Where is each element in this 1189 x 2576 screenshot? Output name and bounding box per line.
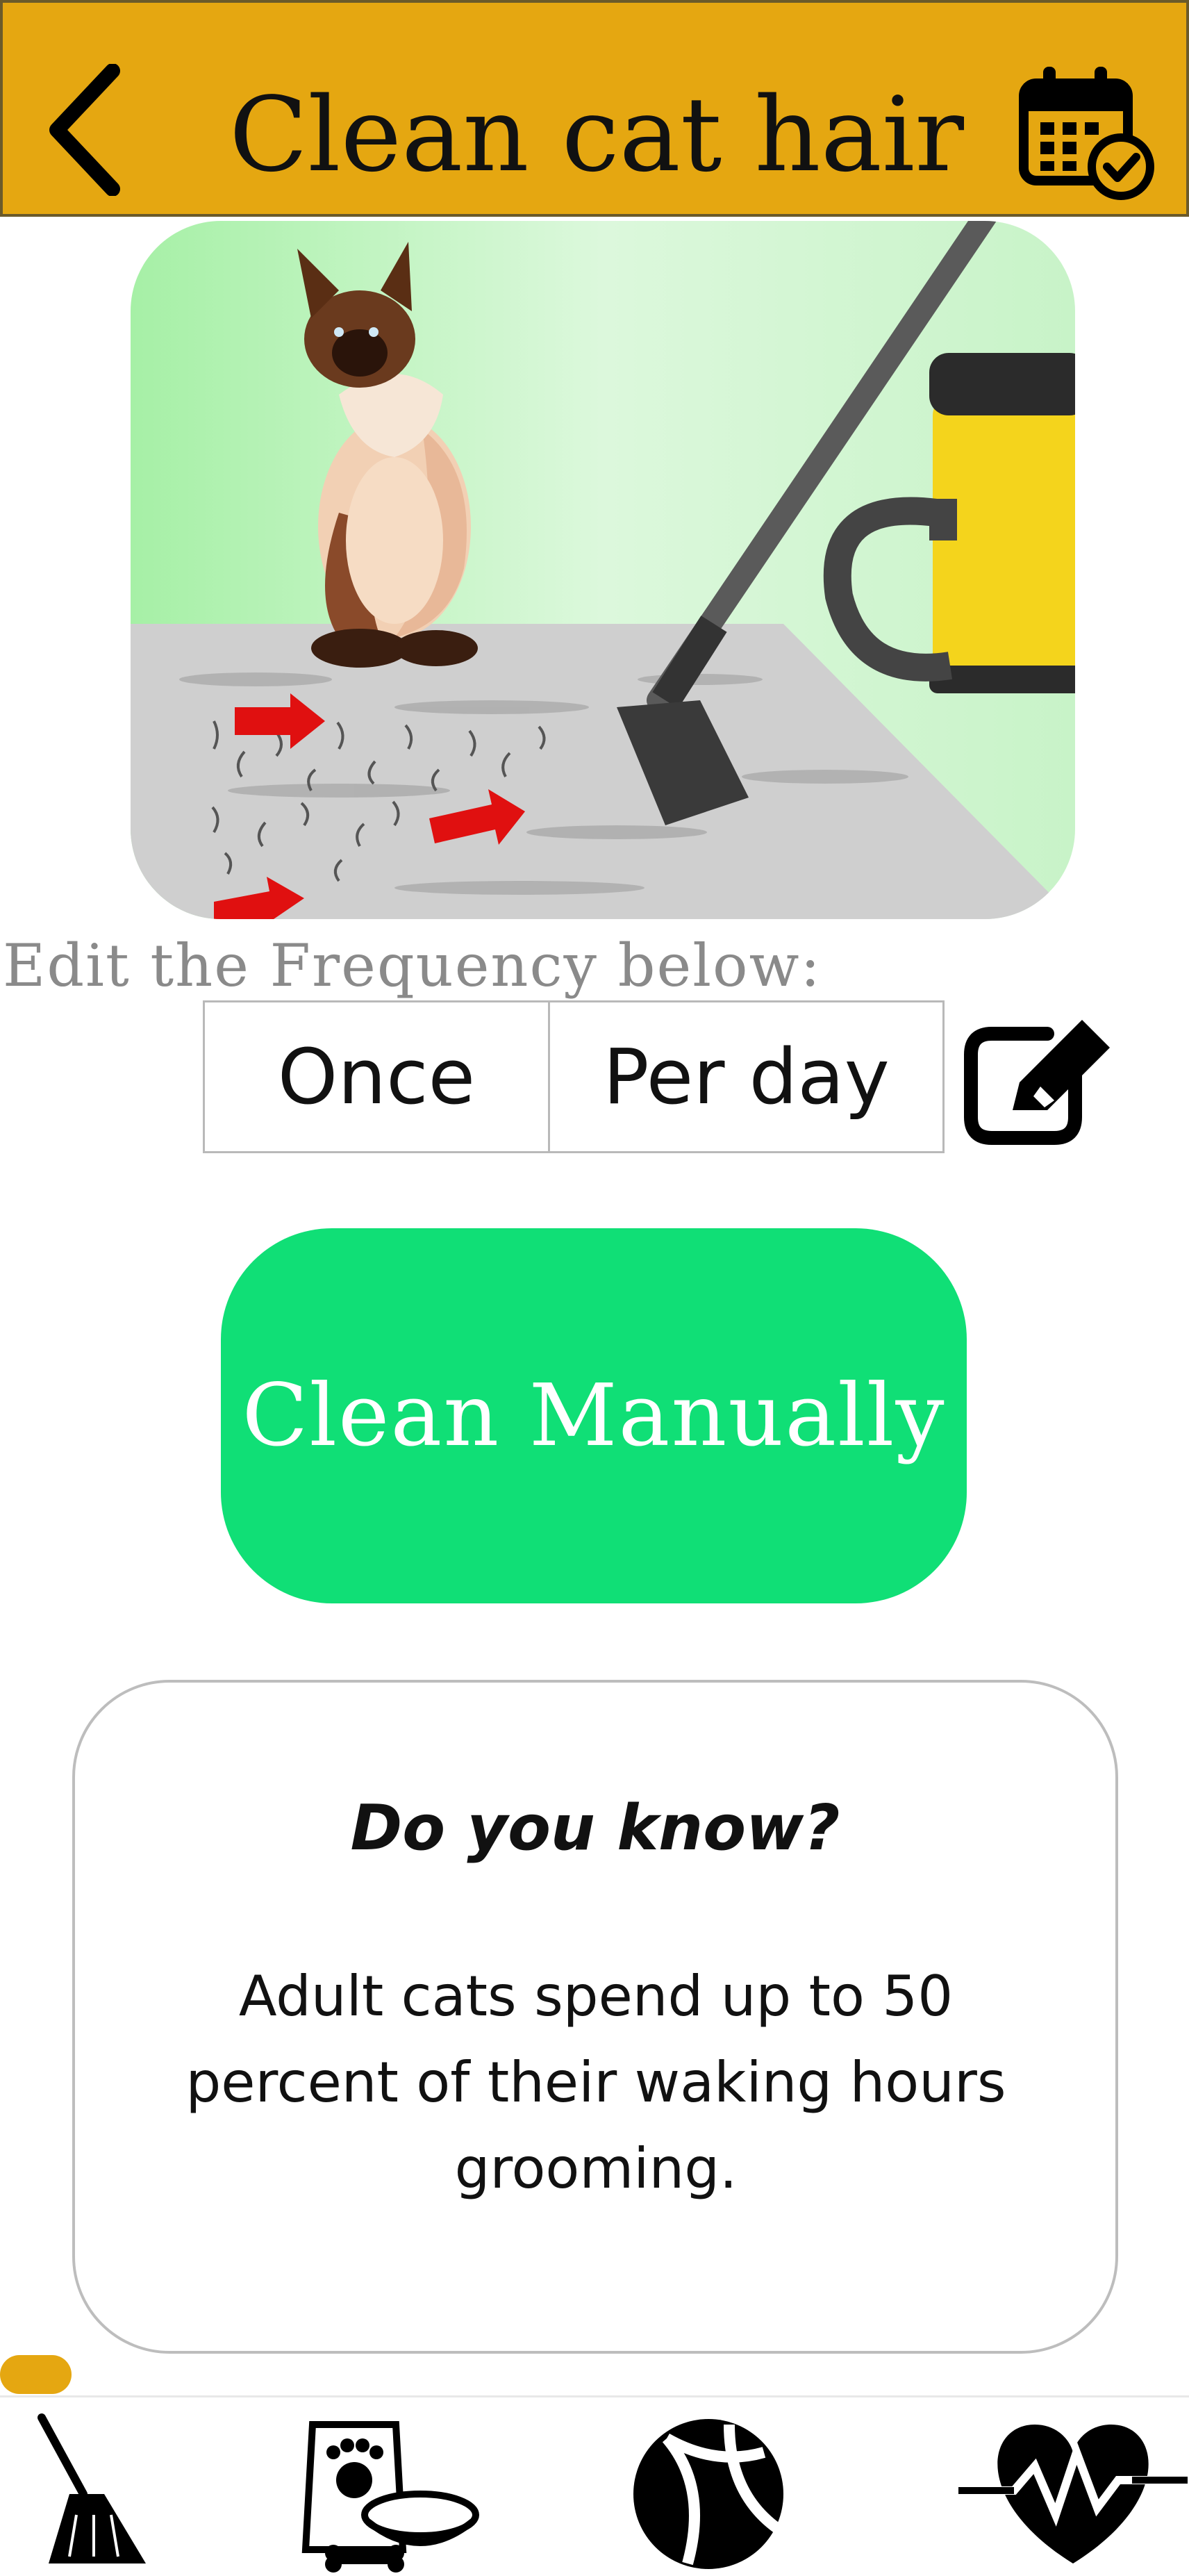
back-button[interactable] [43,63,126,197]
progress-fill [0,2355,72,2394]
fact-body: Adult cats spend up to 50 percent of the… [185,1964,1006,2201]
edit-frequency-button[interactable] [964,1020,1117,1145]
nav-item-food[interactable] [292,2411,486,2573]
page-title: Clean cat hair [228,75,965,195]
clean-manually-button[interactable]: Clean Manually [221,1228,967,1603]
calendar-button[interactable] [1017,63,1156,201]
frequency-count-field[interactable]: Once [203,1000,550,1153]
nav-divider [0,2395,1189,2397]
frequency-label: Edit the Frequency below: [3,932,822,1000]
nav-item-cleaning[interactable] [28,2411,153,2573]
edit-pencil-icon [964,1020,1110,1145]
fact-card: Do you know? Adult cats spend up to 50 p… [72,1680,1118,2354]
app-header: Clean cat hair [0,0,1189,217]
progress-bar [0,2355,1189,2394]
heartbeat-icon [958,2425,1188,2563]
fact-title: Do you know? [350,1792,840,1865]
nav-item-play[interactable] [625,2411,792,2573]
broom-icon [38,2413,146,2563]
pet-food-bowl-icon [301,2421,479,2573]
frequency-period-field[interactable]: Per day [550,1000,945,1153]
chevron-left-icon [49,63,120,197]
nav-item-health[interactable] [958,2411,1188,2573]
cat-vacuum-illustration [131,221,1075,919]
ball-icon [633,2419,783,2569]
calendar-check-icon [1019,67,1154,200]
